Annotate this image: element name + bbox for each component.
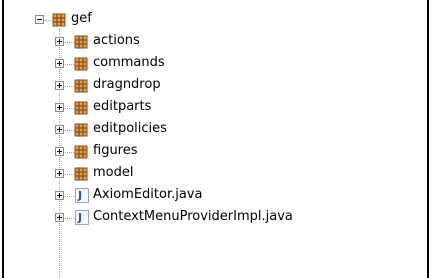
tree-line [65,218,74,220]
expand-icon[interactable] [55,81,64,90]
tree-node-label: editpolicies [93,121,167,136]
tree-node-label: AxiomEditor.java [93,187,203,202]
tree-node-label: model [93,165,134,180]
java-file-icon: J [75,210,89,225]
expand-icon[interactable] [55,191,64,200]
expand-icon[interactable] [55,147,64,156]
tree-node-label: editparts [93,99,152,114]
tree-node-label: dragndrop [93,77,161,92]
java-file-icon: J [75,188,89,203]
package-icon [74,167,88,181]
tree-node-editpolicies[interactable]: editpolicies [0,118,431,140]
expand-icon[interactable] [55,103,64,112]
tree-node-label: figures [93,143,138,158]
tree-node-label: ContextMenuProviderImpl.java [93,209,293,224]
tree-node-label: actions [93,33,140,48]
package-icon [74,57,88,71]
tree-line [65,196,74,198]
tree-node-editparts[interactable]: editparts [0,96,431,118]
tree-node-commands[interactable]: commands [0,52,431,74]
package-icon [74,145,88,159]
tree-node-label: commands [93,55,165,70]
tree-node-gef[interactable]: gef [0,8,431,30]
package-icon [74,79,88,93]
tree-node-actions[interactable]: actions [0,30,431,52]
package-icon [74,123,88,137]
package-tree: gef actions commands dragndrop editparts… [0,0,431,278]
tree-node-model[interactable]: model [0,162,431,184]
tree-node-context-menu-provider[interactable]: J ContextMenuProviderImpl.java [0,206,431,228]
package-icon [74,101,88,115]
expand-icon[interactable] [55,125,64,134]
tree-node-figures[interactable]: figures [0,140,431,162]
expand-icon[interactable] [55,213,64,222]
tree-node-dragndrop[interactable]: dragndrop [0,74,431,96]
expand-icon[interactable] [55,59,64,68]
collapse-icon[interactable] [35,15,44,24]
expand-icon[interactable] [55,37,64,46]
tree-node-label: gef [71,11,92,26]
package-icon [74,35,88,49]
tree-node-axiom-editor[interactable]: J AxiomEditor.java [0,184,431,206]
package-explorer-view: gef actions commands dragndrop editparts… [0,0,431,278]
expand-icon[interactable] [55,169,64,178]
package-icon [52,13,66,27]
